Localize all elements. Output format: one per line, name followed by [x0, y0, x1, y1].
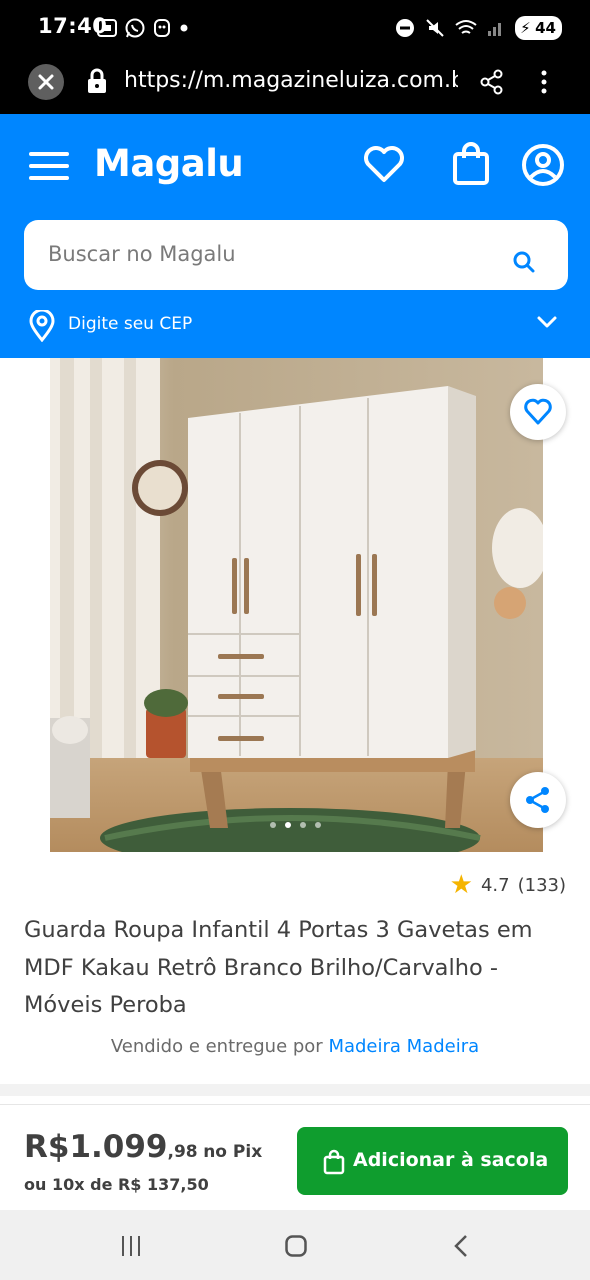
- battery-level: 44: [535, 19, 556, 37]
- close-tab-button[interactable]: [28, 64, 64, 100]
- location-pin-icon: [29, 310, 55, 342]
- lock-icon[interactable]: [86, 68, 108, 94]
- product-title: Guarda Roupa Infantil 4 Portas 3 Gavetas…: [24, 917, 533, 1018]
- seller-link[interactable]: Madeira Madeira: [328, 1036, 479, 1057]
- star-icon: ★: [449, 870, 473, 900]
- screenshot-icon: [97, 19, 117, 37]
- notification-icons: [96, 17, 190, 39]
- hamburger-icon[interactable]: [29, 152, 69, 180]
- share-product-button[interactable]: [510, 772, 566, 828]
- wardrobe-photo: [50, 358, 543, 852]
- home-icon[interactable]: [285, 1235, 307, 1257]
- price-integer: R$1.099: [24, 1129, 168, 1165]
- search-input[interactable]: Buscar no Magalu: [24, 220, 568, 290]
- magalu-logo[interactable]: Magalu: [94, 142, 244, 185]
- carousel-dot[interactable]: [300, 822, 306, 828]
- rating-value: 4.7: [480, 874, 510, 896]
- signal-icon: [488, 23, 502, 36]
- cep-selector[interactable]: Digite seu CEP: [0, 310, 590, 346]
- search-placeholder: Buscar no Magalu: [48, 242, 236, 266]
- section-divider: [0, 1084, 590, 1096]
- dnd-icon: [396, 19, 415, 37]
- share-icon[interactable]: [478, 68, 506, 96]
- back-icon[interactable]: [452, 1234, 470, 1258]
- chevron-down-icon[interactable]: [536, 314, 558, 330]
- browser-url-bar: https://m.magazineluiza.com.br/g: [0, 56, 590, 114]
- account-icon[interactable]: [520, 142, 566, 188]
- bag-icon[interactable]: [452, 142, 490, 186]
- status-bar: 17:40 ⚡ 44: [0, 0, 590, 56]
- price-cents: ,98: [167, 1142, 198, 1162]
- cep-label: Digite seu CEP: [68, 314, 193, 334]
- bolt-icon: ⚡: [520, 19, 531, 37]
- search-icon[interactable]: [512, 250, 536, 274]
- url-text[interactable]: https://m.magazineluiza.com.br/g: [124, 68, 458, 93]
- share-icon: [526, 787, 549, 813]
- heart-outline-icon: [524, 398, 552, 425]
- close-icon: [38, 74, 54, 90]
- wifi-icon: [455, 20, 477, 34]
- carousel-dot[interactable]: [270, 822, 276, 828]
- seller-prefix: Vendido e entregue por: [110, 1036, 323, 1057]
- rating-count: (133): [517, 874, 566, 896]
- system-nav-bar: [0, 1210, 590, 1280]
- product-rating[interactable]: ★ 4.7 (133): [450, 872, 566, 898]
- mute-icon: [426, 19, 444, 37]
- recent-apps-icon[interactable]: [120, 1236, 142, 1256]
- screen: 17:40 ⚡ 44 https://m.magazineluiza.com.b…: [0, 0, 590, 1280]
- menu-icon[interactable]: [536, 68, 552, 96]
- dot-icon: [180, 24, 188, 32]
- app-icon: [154, 19, 170, 37]
- favorite-button[interactable]: [510, 384, 566, 440]
- add-to-bag-label: Adicionar à sacola: [353, 1149, 549, 1171]
- installments: ou 10x de R$ 137,50: [24, 1175, 209, 1194]
- site-header: Magalu Buscar no Magalu Digite seu CEP: [0, 114, 590, 358]
- whatsapp-icon: [125, 18, 145, 38]
- price-bar: R$1.099,98 no Pix ou 10x de R$ 137,50 Ad…: [0, 1104, 590, 1210]
- pix-label: no Pix: [203, 1142, 263, 1162]
- heart-icon[interactable]: [362, 144, 406, 184]
- carousel-dot-active[interactable]: [285, 822, 291, 828]
- bag-icon: [323, 1149, 345, 1175]
- carousel-dot[interactable]: [315, 822, 321, 828]
- product-image[interactable]: [50, 358, 543, 852]
- battery-icon: ⚡ 44: [515, 16, 562, 40]
- system-icons: ⚡ 44: [395, 16, 562, 40]
- price: R$1.099,98 no Pix: [24, 1129, 262, 1165]
- seller-info: Vendido e entregue por Madeira Madeira: [0, 1036, 590, 1057]
- add-to-bag-button[interactable]: Adicionar à sacola: [297, 1127, 568, 1195]
- image-carousel-dots[interactable]: [270, 822, 321, 828]
